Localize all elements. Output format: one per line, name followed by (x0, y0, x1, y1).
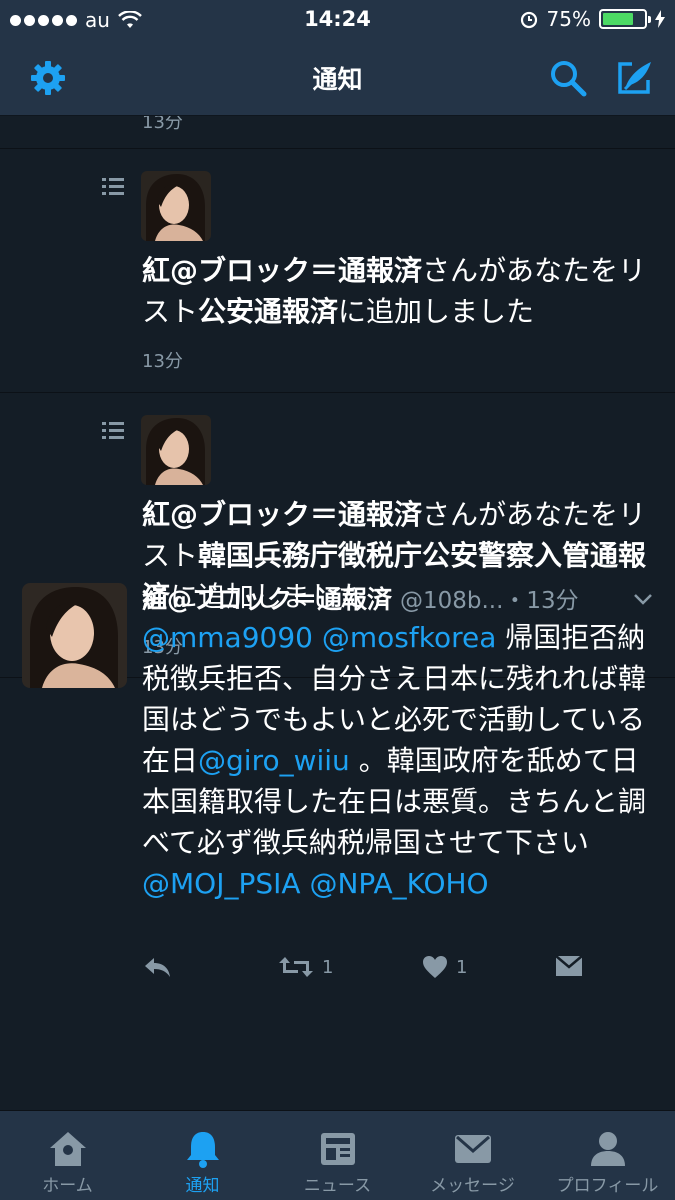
tab-label: ニュース (303, 1176, 372, 1196)
avatar[interactable] (141, 415, 211, 485)
battery-percent: 75% (546, 7, 591, 31)
retweet-count: 1 (322, 956, 334, 978)
messages-icon (454, 1135, 491, 1163)
tab-notifications[interactable]: 通知 (135, 1111, 270, 1200)
profile-icon (590, 1132, 625, 1166)
charging-icon (655, 10, 665, 28)
heart-icon (423, 956, 447, 978)
notification-user-name[interactable]: 紅@ブロック＝通報済 (142, 498, 422, 531)
reply-button[interactable] (143, 955, 173, 979)
news-icon (320, 1133, 355, 1165)
tab-bar: ホーム 通知 ニュース メッセージ プロフィール (0, 1110, 675, 1200)
tab-label: プロフィール (556, 1176, 659, 1196)
tweet-timestamp: ・13分 (503, 588, 579, 614)
compose-tweet-icon[interactable] (614, 58, 654, 98)
tab-label: メッセージ (430, 1176, 515, 1196)
tab-label: 通知 (185, 1176, 220, 1196)
status-bar: au 14:24 75% (0, 0, 675, 40)
battery-icon (599, 9, 651, 29)
tweet-mention[interactable]: @mma9090 (142, 621, 313, 654)
tweet-author-handle[interactable]: @108b... (400, 588, 503, 614)
nav-bar: 通知 (0, 40, 675, 116)
avatar[interactable] (141, 171, 211, 241)
notification-timestamp: 13分 (142, 351, 183, 372)
search-icon[interactable] (548, 58, 588, 98)
like-count: 1 (456, 956, 468, 978)
direct-message-button[interactable] (555, 955, 583, 977)
tweet-mention[interactable]: @MOJ_PSIA (142, 867, 301, 900)
tweet-author-avatar[interactable] (22, 583, 127, 688)
tweet-actions: 1 1 (0, 955, 675, 985)
tweet-author-name[interactable]: 紅@ブロック＝通報済 (142, 585, 392, 614)
list-add-notification[interactable]: 紅@ブロック＝通報済さんがあなたをリスト公安通報済に追加しました 13分 (0, 149, 675, 392)
home-icon (49, 1132, 86, 1166)
partial-timestamp: 13分 (142, 116, 183, 133)
notification-text: 紅@ブロック＝通報済さんがあなたをリスト公安通報済に追加しました (142, 250, 662, 332)
chevron-down-icon[interactable] (633, 593, 653, 605)
battery-fill (603, 13, 633, 25)
list-icon (102, 178, 124, 196)
notification-user-name[interactable]: 紅@ブロック＝通報済 (142, 254, 422, 287)
bell-icon (186, 1132, 219, 1168)
tweet-body: @mma9090 @mosfkorea 帰国拒否納税徴兵拒否、自分さえ日本に残れ… (142, 617, 662, 904)
envelope-icon (555, 955, 583, 976)
tweet-mention[interactable]: @mosfkorea (322, 621, 496, 654)
tweet-mention[interactable]: @giro_wiiu (198, 744, 350, 777)
tweet-mention[interactable]: @NPA_KOHO (309, 867, 488, 900)
retweet-icon (279, 957, 313, 977)
notification-text-end: に追加しました (338, 295, 535, 328)
tab-home[interactable]: ホーム (0, 1111, 135, 1200)
alarm-icon (520, 11, 537, 29)
list-icon (102, 422, 124, 440)
tab-news[interactable]: ニュース (270, 1111, 405, 1200)
status-right: 75% (519, 7, 665, 31)
retweet-button[interactable]: 1 (278, 955, 333, 979)
notification-list-name[interactable]: 公安通報済 (198, 295, 338, 328)
reply-icon (145, 958, 170, 977)
tweet-header: 紅@ブロック＝通報済 @108b...・13分 (142, 580, 662, 616)
tab-label: ホーム (42, 1176, 93, 1196)
like-button[interactable]: 1 (422, 955, 467, 979)
tab-messages[interactable]: メッセージ (405, 1111, 540, 1200)
tab-profile[interactable]: プロフィール (540, 1111, 675, 1200)
